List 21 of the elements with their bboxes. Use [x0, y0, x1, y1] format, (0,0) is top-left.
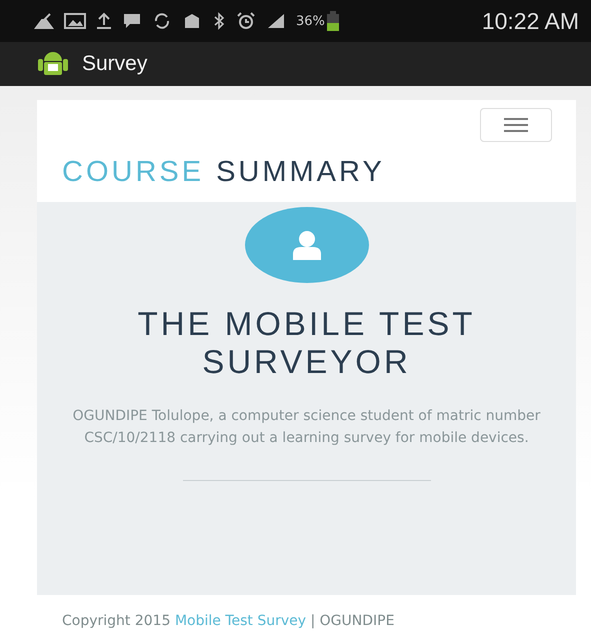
description: OGUNDIPE Tolulope, a computer science student of matric number CSC/10/2118 carrying out a learning survey for mobile devices. — [72, 406, 542, 448]
hero-title: THE MOBILE TEST SURVEYOR — [136, 305, 476, 381]
chat-icon — [122, 12, 142, 30]
upload-icon — [96, 12, 112, 30]
battery-icon — [326, 11, 339, 31]
app-title: Survey — [82, 52, 148, 76]
menu-icon — [504, 118, 528, 132]
footer-link[interactable]: Mobile Test Survey — [174, 613, 306, 629]
alarm-clock-icon — [236, 12, 256, 30]
user-icon — [290, 230, 322, 260]
sync-icon — [152, 12, 172, 30]
clock-time: 10:22 AM — [482, 8, 579, 34]
battery-percentage: 36% — [296, 14, 325, 28]
copyright-text: Copyright 2015 Mobile Test Survey | OGUNDIPE — [62, 613, 396, 629]
brand-word[interactable]: COURSE — [62, 156, 204, 189]
menu-button[interactable] — [480, 108, 552, 142]
signal-icon — [266, 12, 286, 30]
bluetooth-icon — [212, 12, 226, 30]
android-robot-icon — [38, 50, 68, 78]
image-icon — [64, 12, 86, 30]
brand-word[interactable]: SUMMARY — [216, 156, 385, 189]
